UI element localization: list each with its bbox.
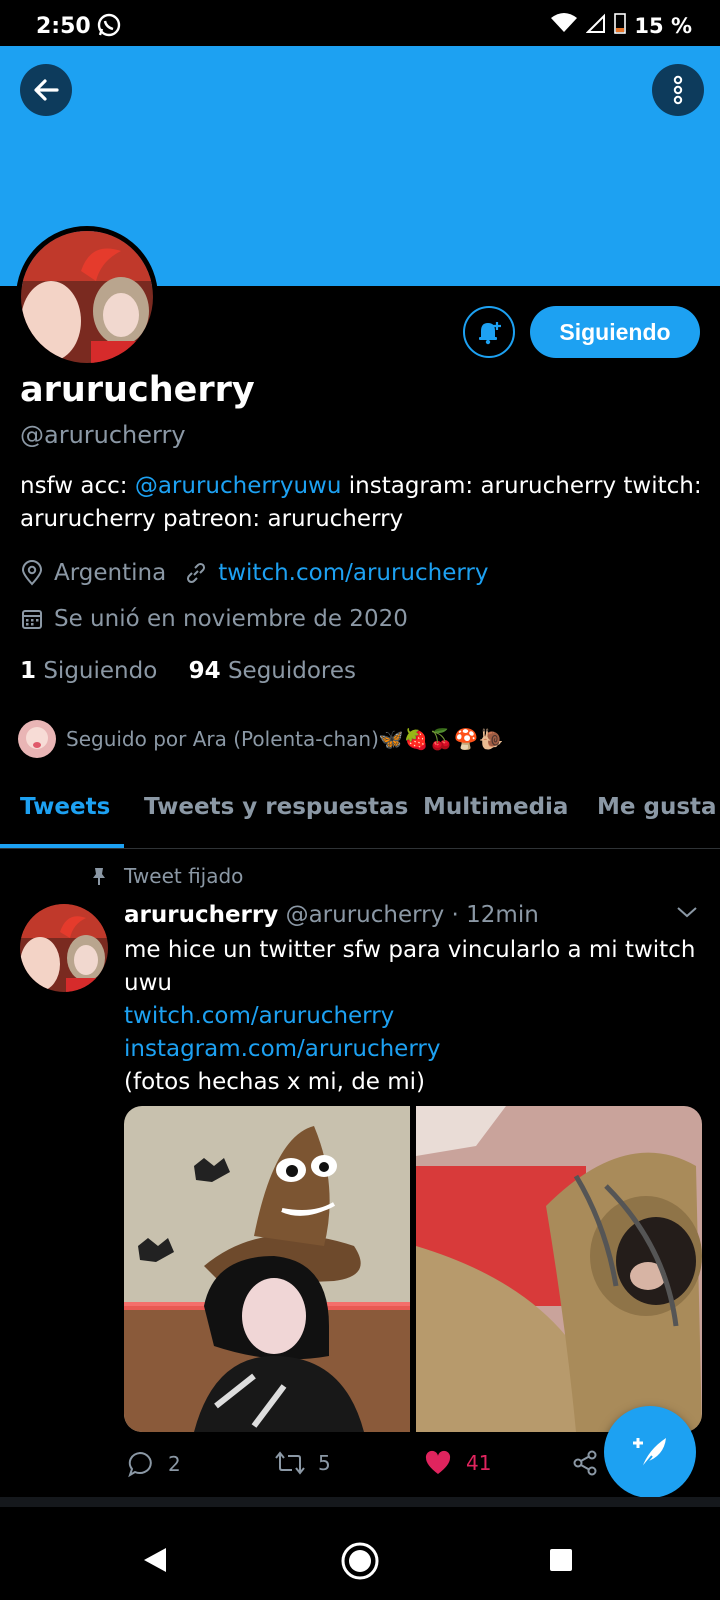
feather-plus-icon xyxy=(633,1438,666,1469)
tweet-body: me hice un twitter sfw para vincularlo a… xyxy=(124,934,704,1099)
more-options-button[interactable] xyxy=(652,64,704,116)
pinned-label-row: Tweet fijado xyxy=(90,864,243,888)
tab-tweets[interactable]: Tweets xyxy=(20,794,110,820)
wifi-icon xyxy=(550,12,578,39)
notifications-button[interactable] xyxy=(463,306,515,358)
status-time: 2:50 xyxy=(36,14,91,39)
followed-by-emoji: 🦋🍓🍒🍄🐌 xyxy=(378,727,504,751)
follower-avatar xyxy=(18,720,56,758)
profile-bio: nsfw acc: @arurucherryuwu instagram: aru… xyxy=(20,470,710,536)
display-name: arurucherry xyxy=(20,370,255,410)
tweet-photo-2[interactable] xyxy=(416,1106,702,1432)
home-circle-icon xyxy=(341,1542,379,1580)
system-nav-bar xyxy=(0,1510,720,1600)
reply-count: 2 xyxy=(168,1452,181,1476)
link-icon xyxy=(184,561,208,585)
reply-button[interactable]: 2 xyxy=(126,1450,181,1478)
nav-back-button[interactable] xyxy=(142,1546,168,1578)
following-count: 1 xyxy=(20,658,37,684)
bell-plus-icon xyxy=(479,322,501,345)
whatsapp-icon xyxy=(96,12,122,42)
followed-by-row[interactable]: Seguido por Ara (Polenta-chan) 🦋🍓🍒🍄🐌 xyxy=(18,720,503,758)
followers-count: 94 xyxy=(188,658,221,684)
followers-label: Seguidores xyxy=(227,658,357,684)
like-count: 41 xyxy=(466,1451,492,1475)
battery-icon xyxy=(614,12,627,39)
signal-icon xyxy=(586,12,606,39)
joined-date: Se unió en noviembre de 2020 xyxy=(54,606,408,632)
retweet-button[interactable]: 5 xyxy=(274,1450,331,1476)
triangle-back-icon xyxy=(144,1548,166,1572)
arrow-left-icon xyxy=(34,79,59,101)
reply-icon xyxy=(128,1451,152,1478)
tweet-photo-1[interactable] xyxy=(124,1106,410,1432)
followed-by-text: Seguido por Ara (Polenta-chan) xyxy=(66,727,379,751)
tab-tweets-replies[interactable]: Tweets y respuestas xyxy=(144,794,408,820)
heart-icon xyxy=(425,1450,451,1474)
profile-tabs: Tweets Tweets y respuestas Multimedia Me… xyxy=(0,788,720,849)
tweet-author-avatar[interactable] xyxy=(20,904,108,992)
share-button[interactable] xyxy=(572,1450,598,1476)
chevron-down-icon xyxy=(677,907,697,918)
tweet-link-instagram[interactable]: instagram.com/arurucherry xyxy=(124,1033,704,1066)
more-vertical-icon xyxy=(673,75,683,105)
compose-tweet-button[interactable] xyxy=(604,1406,696,1498)
retweet-count: 5 xyxy=(318,1451,331,1475)
tweet-menu-button[interactable] xyxy=(676,904,698,923)
tab-likes[interactable]: Me gusta xyxy=(597,794,717,820)
tweet-time: · 12min xyxy=(451,902,539,928)
following-count-link[interactable]: 1 Siguiendo xyxy=(20,658,157,684)
calendar-icon xyxy=(20,607,44,631)
nav-recents-button[interactable] xyxy=(549,1548,573,1576)
feed-divider xyxy=(0,1497,720,1507)
profile-avatar[interactable] xyxy=(16,226,158,368)
website-link[interactable]: twitch.com/arurucherry xyxy=(218,560,488,586)
follow-counts: 1 Siguiendo 94 Seguidores xyxy=(20,658,356,684)
following-label: Siguiendo xyxy=(43,658,158,684)
status-icons: 15 % xyxy=(550,12,692,39)
tweet-author-name[interactable]: arurucherry xyxy=(124,902,278,928)
nav-home-button[interactable] xyxy=(340,1541,380,1585)
pin-icon xyxy=(90,866,108,886)
battery-percent: 15 % xyxy=(634,13,692,38)
tweet-link-twitch[interactable]: twitch.com/arurucherry xyxy=(124,1000,704,1033)
following-button[interactable]: Siguiendo xyxy=(530,306,700,358)
pinned-label: Tweet fijado xyxy=(124,864,244,888)
retweet-icon xyxy=(275,1451,305,1475)
profile-handle: @arurucherry xyxy=(20,421,186,449)
status-bar: 2:50 15 % xyxy=(0,0,720,46)
location: Argentina xyxy=(54,560,167,586)
tweet-text: me hice un twitter sfw para vincularlo a… xyxy=(124,937,696,996)
bio-prefix: nsfw acc: xyxy=(20,473,135,499)
location-website-row: Argentina twitch.com/arurucherry xyxy=(20,560,489,586)
tweet-header: arurucherry @arurucherry · 12min xyxy=(124,902,539,928)
like-button[interactable]: 41 xyxy=(424,1450,491,1476)
active-tab-indicator xyxy=(0,844,124,848)
tweet-author-handle: @arurucherry xyxy=(285,902,445,928)
tweet-text-2: (fotos hechas x mi, de mi) xyxy=(124,1069,426,1095)
location-pin-icon xyxy=(20,560,44,586)
joined-row: Se unió en noviembre de 2020 xyxy=(20,606,408,632)
tab-media[interactable]: Multimedia xyxy=(423,794,568,820)
share-icon xyxy=(573,1450,597,1476)
bio-mention-link[interactable]: @arurucherryuwu xyxy=(135,473,342,499)
followers-count-link[interactable]: 94 Seguidores xyxy=(189,658,356,684)
back-button[interactable] xyxy=(20,64,72,116)
square-recents-icon xyxy=(550,1549,572,1571)
